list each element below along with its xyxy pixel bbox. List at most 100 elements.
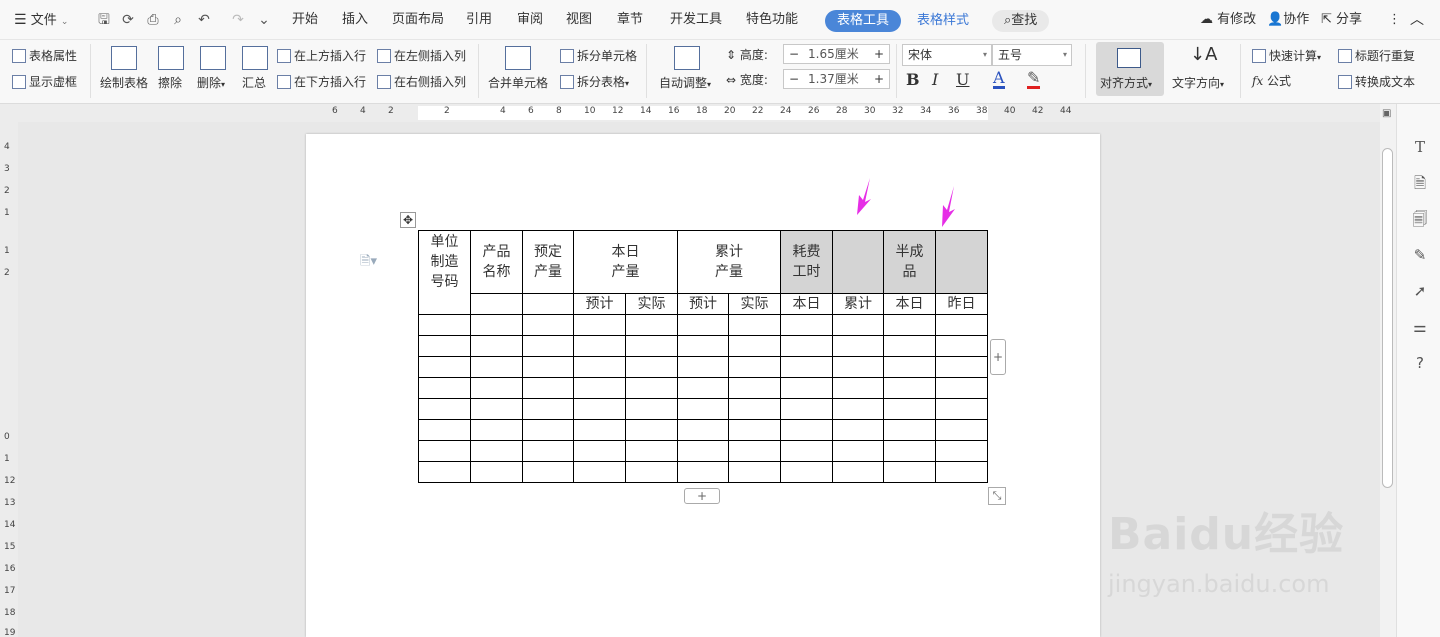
table-cell[interactable] xyxy=(780,440,833,462)
tab-start[interactable]: 开始 xyxy=(292,0,318,40)
underline-icon[interactable]: U xyxy=(956,70,969,89)
table-cell[interactable] xyxy=(677,377,729,399)
table-cell[interactable] xyxy=(780,335,833,357)
table-cell[interactable] xyxy=(832,461,884,483)
table-cell[interactable] xyxy=(935,356,988,378)
modify-button[interactable]: ☁ 有修改 xyxy=(1200,0,1256,40)
table-cell[interactable] xyxy=(470,356,523,378)
align-button[interactable]: 对齐方式▾ xyxy=(1096,42,1164,96)
table-cell[interactable] xyxy=(625,314,678,336)
table-cell[interactable] xyxy=(522,440,574,462)
document-settings-icon[interactable]: 🗐 xyxy=(1411,210,1429,228)
collapse-ribbon-icon[interactable]: ︿ xyxy=(1410,0,1424,40)
font-size-select[interactable]: 五号 ▾ xyxy=(992,44,1072,66)
more-icon[interactable]: ⋮ xyxy=(1388,0,1401,40)
show-gridlines-button[interactable]: 显示虚框 xyxy=(12,73,77,90)
table-cell[interactable] xyxy=(625,440,678,462)
table-cell[interactable] xyxy=(470,377,523,399)
scroll-thumb[interactable] xyxy=(1382,148,1393,488)
tab-table-tools[interactable]: 表格工具 xyxy=(825,10,902,32)
table-cell[interactable] xyxy=(625,377,678,399)
highlight-icon[interactable]: ✎ xyxy=(1027,70,1041,89)
tab-chapter[interactable]: 章节 xyxy=(617,0,643,40)
table-cell[interactable]: 单位 制造 号码 xyxy=(418,230,471,315)
height-stepper[interactable]: − 1.65厘米 + xyxy=(783,44,890,64)
table-cell[interactable] xyxy=(832,377,884,399)
table-cell[interactable] xyxy=(625,356,678,378)
sliders-icon[interactable]: ⚌ xyxy=(1411,318,1429,336)
tab-insert[interactable]: 插入 xyxy=(342,0,368,40)
table-cell[interactable] xyxy=(625,335,678,357)
table-cell[interactable]: 本日 产量 xyxy=(573,230,678,294)
table-cell[interactable] xyxy=(728,398,781,420)
table-cell[interactable] xyxy=(418,440,471,462)
horizontal-ruler[interactable]: 6 4 2 2 4 6 8 10 12 14 16 18 20 22 24 26 28 30 32 34 36 38 40 4… xyxy=(0,104,1380,122)
auto-fit-button[interactable]: 自动调整▾ xyxy=(659,74,711,91)
decrease-width-icon[interactable]: − xyxy=(789,70,799,88)
table-cell[interactable] xyxy=(780,461,833,483)
table-cell[interactable] xyxy=(935,377,988,399)
table-cell[interactable] xyxy=(728,440,781,462)
save-icon[interactable]: 🖫 xyxy=(96,12,112,28)
table-cell[interactable] xyxy=(470,314,523,336)
italic-icon[interactable]: I xyxy=(932,70,938,89)
vertical-ruler[interactable]: 4 3 2 1 1 2 0 1 12 13 14 15 16 17 18 19 xyxy=(0,122,18,637)
text-style-icon[interactable]: T xyxy=(1411,138,1429,156)
table-cell[interactable] xyxy=(677,419,729,441)
table-cell[interactable] xyxy=(728,419,781,441)
table-cell[interactable] xyxy=(935,335,988,357)
summary-button[interactable]: 汇总 xyxy=(242,74,266,91)
table-cell[interactable] xyxy=(780,356,833,378)
table-cell[interactable] xyxy=(883,335,936,357)
table-cell[interactable] xyxy=(883,314,936,336)
table-cell[interactable] xyxy=(470,293,523,315)
table-cell[interactable] xyxy=(418,377,471,399)
quick-calc-button[interactable]: 快速计算▾ xyxy=(1252,47,1321,64)
table-cell[interactable] xyxy=(418,461,471,483)
table-cell[interactable] xyxy=(780,314,833,336)
table-cell[interactable] xyxy=(522,356,574,378)
tab-special[interactable]: 特色功能 xyxy=(746,0,798,40)
formula-button[interactable]: fx 公式 xyxy=(1252,72,1291,89)
pointer-icon[interactable]: ➚ xyxy=(1411,282,1429,300)
table-cell[interactable] xyxy=(832,356,884,378)
erase-button[interactable]: 擦除 xyxy=(158,74,182,91)
table-cell[interactable] xyxy=(677,335,729,357)
collab-button[interactable]: 👤协作 xyxy=(1267,0,1309,40)
table-cell[interactable] xyxy=(522,377,574,399)
table-cell[interactable] xyxy=(883,461,936,483)
table-cell[interactable] xyxy=(625,419,678,441)
tab-layout[interactable]: 页面布局 xyxy=(392,0,444,40)
help-icon[interactable]: ? xyxy=(1411,354,1429,372)
table-cell[interactable] xyxy=(573,398,626,420)
table-cell[interactable] xyxy=(780,377,833,399)
insert-col-left-button[interactable]: 在左侧插入列 xyxy=(377,47,466,64)
repeat-header-button[interactable]: 标题行重复 xyxy=(1338,47,1415,64)
table-cell[interactable]: 实际 xyxy=(625,293,678,315)
increase-width-icon[interactable]: + xyxy=(874,70,884,88)
table-cell[interactable] xyxy=(573,419,626,441)
menu-file[interactable]: ☰ 文件 ⌄ xyxy=(14,0,68,40)
table-cell[interactable] xyxy=(677,314,729,336)
tab-references[interactable]: 引用 xyxy=(466,0,492,40)
table-cell[interactable] xyxy=(470,398,523,420)
table-cell[interactable]: 累计 产量 xyxy=(677,230,781,294)
table-cell[interactable] xyxy=(935,419,988,441)
split-table-button[interactable]: 拆分表格▾ xyxy=(560,73,629,90)
merge-cells-button[interactable]: 合并单元格 xyxy=(488,74,548,91)
delete-button[interactable]: 删除▾ xyxy=(197,74,225,91)
font-select[interactable]: 宋体 ▾ xyxy=(902,44,992,66)
table-cell[interactable] xyxy=(522,419,574,441)
table-cell[interactable]: 耗费 工时 xyxy=(780,230,833,294)
table-cell[interactable] xyxy=(418,356,471,378)
table-cell[interactable] xyxy=(935,230,988,294)
table-cell[interactable] xyxy=(470,419,523,441)
table-cell[interactable] xyxy=(935,440,988,462)
table-cell[interactable] xyxy=(418,314,471,336)
table-cell[interactable] xyxy=(470,335,523,357)
print-icon[interactable]: ⎙ xyxy=(145,12,161,28)
table-cell[interactable] xyxy=(883,440,936,462)
table-cell[interactable]: 预计 xyxy=(573,293,626,315)
resize-table-icon[interactable]: ⤡ xyxy=(988,487,1006,505)
undo-icon[interactable]: ↶ xyxy=(196,12,212,28)
